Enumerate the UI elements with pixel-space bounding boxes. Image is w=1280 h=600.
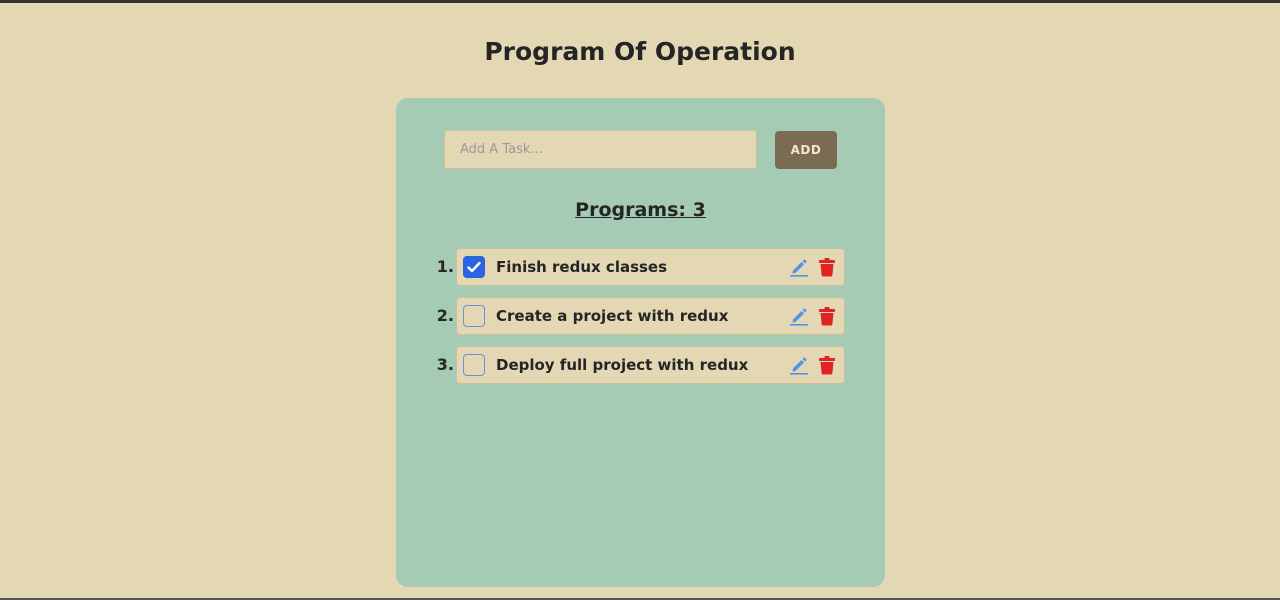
task-row: 2. Create a project with redux: [396, 297, 885, 335]
task-checkbox[interactable]: [463, 354, 485, 376]
task-text: Create a project with redux: [496, 307, 729, 325]
task-checkbox-checked[interactable]: [463, 256, 485, 278]
task-item: Create a project with redux: [456, 297, 845, 335]
task-text: Finish redux classes: [496, 258, 668, 276]
page-title: Program Of Operation: [484, 37, 796, 66]
add-task-input[interactable]: [444, 130, 757, 169]
task-text: Deploy full project with redux: [496, 356, 749, 374]
task-number: 2.: [436, 306, 454, 325]
checkmark-icon: [467, 261, 481, 273]
trash-icon[interactable]: [818, 257, 836, 277]
trash-icon[interactable]: [818, 306, 836, 326]
pencil-icon[interactable]: [789, 355, 809, 375]
task-row: 3. Deploy full project with redux: [396, 346, 885, 384]
pencil-icon[interactable]: [789, 257, 809, 277]
task-number: 3.: [436, 355, 454, 374]
task-row: 1. Finish redux classes: [396, 248, 885, 286]
task-checkbox[interactable]: [463, 305, 485, 327]
todo-card: ADD Programs: 3 1. Finish redux classes: [396, 98, 885, 587]
pencil-icon[interactable]: [789, 306, 809, 326]
browser-top-edge: [0, 0, 1280, 3]
programs-count-heading: Programs: 3: [575, 199, 706, 221]
task-item: Finish redux classes: [456, 248, 845, 286]
add-task-button[interactable]: ADD: [775, 131, 837, 169]
trash-icon[interactable]: [818, 355, 836, 375]
task-item: Deploy full project with redux: [456, 346, 845, 384]
task-number: 1.: [436, 257, 454, 276]
